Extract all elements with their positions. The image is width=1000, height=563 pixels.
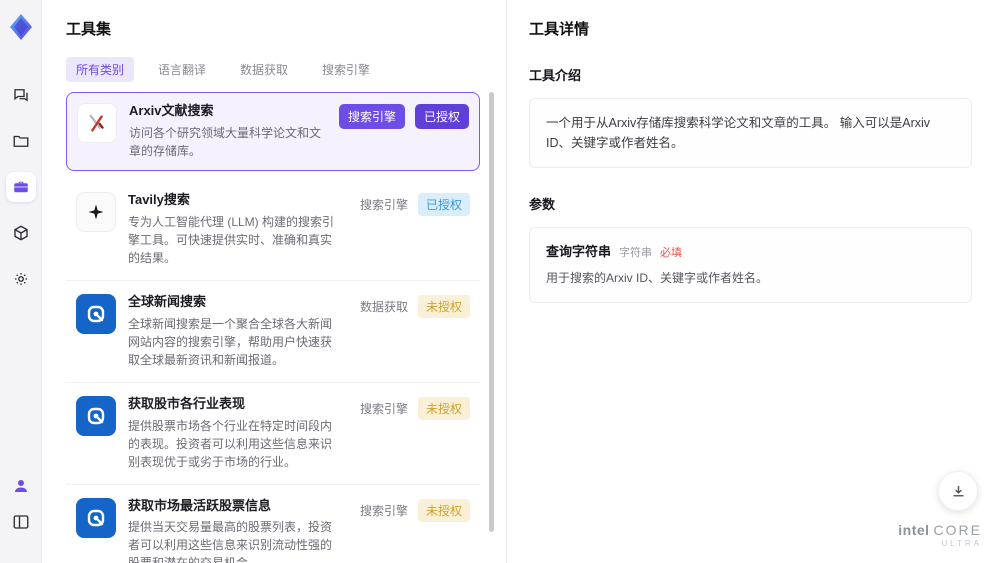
tool-name: 获取市场最活跃股票信息	[128, 497, 272, 513]
tab-data-fetch[interactable]: 数据获取	[230, 57, 298, 82]
tool-name: Arxiv文献搜索	[129, 103, 214, 118]
tool-list: Arxiv文献搜索 访问各个研究领域大量科学论文和文章的存储库。 搜索引擎 已授…	[66, 92, 480, 563]
search-logo-icon	[76, 293, 116, 334]
param-required-flag: 必填	[660, 247, 683, 259]
core-wordmark: CORE	[933, 521, 982, 538]
category-label: 搜索引擎	[359, 401, 408, 416]
chat-icon	[13, 89, 28, 102]
cube-icon	[13, 225, 28, 241]
authorized-badge[interactable]: 已授权	[414, 104, 469, 129]
tool-name: Tavily搜索	[128, 191, 190, 207]
sidebar-item-chat[interactable]	[6, 80, 36, 110]
category-label: 数据获取	[359, 299, 408, 314]
left-rail	[0, 0, 42, 563]
tool-list-panel: 工具集 所有类别 语言翻译 数据获取 搜索引擎 Arxiv文献搜索 访问各个研究…	[42, 0, 506, 563]
briefcase-icon	[13, 181, 28, 193]
param-name: 查询字符串	[546, 244, 612, 259]
tool-card-arxiv[interactable]: Arxiv文献搜索 访问各个研究领域大量科学论文和文章的存储库。 搜索引擎 已授…	[66, 92, 480, 171]
sidebar-item-panel-toggle[interactable]	[6, 507, 36, 537]
parameter-card: 查询字符串 字符串 必填 用于搜索的Arxiv ID、关键字或作者姓名。	[529, 227, 972, 303]
sidebar-item-packages[interactable]	[6, 218, 36, 248]
sidebar-item-toolbox[interactable]	[5, 172, 36, 202]
intel-wordmark: intel	[898, 521, 930, 538]
intel-core-logo: intel CORE ULTRA	[898, 521, 982, 549]
user-icon	[14, 480, 27, 492]
sidebar-item-user[interactable]	[6, 471, 36, 501]
tool-description: 全球新闻搜索是一个聚合全球各大新闻网站内容的搜索引擎，帮助用户快速获取全球最新资…	[128, 316, 333, 367]
tool-card-tavily[interactable]: Tavily搜索 专为人工智能代理 (LLM) 构建的搜索引擎工具。可快速提供实…	[66, 179, 480, 281]
params-section-title: 参数	[529, 197, 556, 212]
unauthorized-chip: 未授权	[417, 498, 470, 522]
app-logo	[6, 12, 36, 42]
tool-name: 获取股市各行业表现	[128, 395, 246, 411]
category-label: 搜索引擎	[359, 197, 408, 212]
category-badge[interactable]: 搜索引擎	[338, 104, 405, 129]
search-logo-icon	[76, 497, 116, 538]
download-button[interactable]	[938, 471, 978, 511]
param-description: 用于搜索的Arxiv ID、关键字或作者姓名。	[546, 271, 769, 285]
search-logo-icon	[76, 395, 116, 436]
tool-description: 提供当天交易量最高的股票列表，投资者可以利用这些信息来识别流动性强的股票和潜在的…	[128, 520, 333, 563]
ultra-wordmark: ULTRA	[941, 539, 982, 549]
category-label: 搜索引擎	[359, 503, 408, 518]
tavily-star-icon	[76, 191, 116, 232]
category-tabs: 所有类别 语言翻译 数据获取 搜索引擎	[66, 57, 480, 82]
tool-card-sector-performance[interactable]: 获取股市各行业表现 提供股票市场各个行业在特定时间段内的表现。投资者可以利用这些…	[66, 383, 480, 485]
tool-description: 访问各个研究领域大量科学论文和文章的存储库。	[129, 125, 322, 158]
tool-name: 全球新闻搜索	[128, 293, 207, 309]
tab-language-translation[interactable]: 语言翻译	[148, 57, 216, 82]
arxiv-logo-icon	[77, 103, 117, 143]
page-title: 工具集	[66, 21, 112, 38]
authorized-chip: 已授权	[417, 192, 470, 216]
tool-card-global-news[interactable]: 全球新闻搜索 全球新闻搜索是一个聚合全球各大新闻网站内容的搜索引擎，帮助用户快速…	[66, 281, 480, 383]
tab-all-categories[interactable]: 所有类别	[66, 57, 135, 82]
tool-description: 专为人工智能代理 (LLM) 构建的搜索引擎工具。可快速提供实时、准确和真实的结…	[128, 214, 335, 265]
sidebar-item-settings[interactable]	[6, 264, 36, 294]
tool-card-most-active-stocks[interactable]: 获取市场最活跃股票信息 提供当天交易量最高的股票列表，投资者可以利用这些信息来识…	[66, 485, 480, 563]
sidebar-item-files[interactable]	[6, 126, 36, 156]
panel-toggle-icon	[13, 515, 28, 529]
detail-title: 工具详情	[529, 21, 590, 38]
intro-section-title: 工具介绍	[529, 68, 582, 83]
tool-intro-text: 一个用于从Arxiv存储库搜索科学论文和文章的工具。 输入可以是Arxiv ID…	[529, 98, 972, 168]
download-icon	[953, 485, 963, 496]
list-scrollbar[interactable]	[489, 92, 494, 532]
unauthorized-chip: 未授权	[417, 396, 470, 420]
param-type: 字符串	[619, 247, 653, 259]
folder-icon	[13, 135, 28, 147]
unauthorized-chip: 未授权	[417, 294, 470, 318]
gear-icon	[14, 273, 27, 285]
tab-search-engine[interactable]: 搜索引擎	[312, 57, 380, 82]
tool-description: 提供股票市场各个行业在特定时间段内的表现。投资者可以利用这些信息来识别表现优于或…	[128, 418, 333, 469]
tool-detail-panel: 工具详情 工具介绍 一个用于从Arxiv存储库搜索科学论文和文章的工具。 输入可…	[506, 0, 1000, 563]
